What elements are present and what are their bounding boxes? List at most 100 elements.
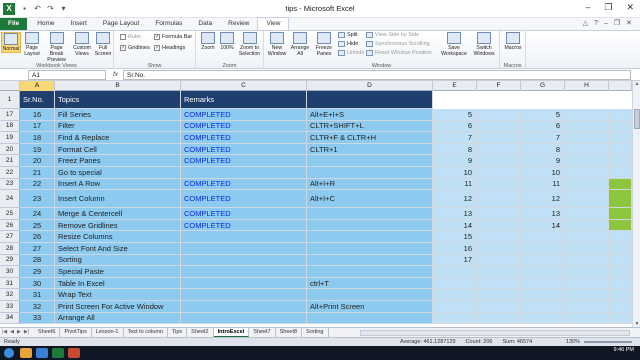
tab-formulas[interactable]: Formulas [147, 18, 190, 30]
media-icon[interactable] [68, 348, 80, 358]
cell-e[interactable] [433, 277, 477, 290]
cell-e[interactable] [433, 289, 477, 301]
unhide-button[interactable]: Unhide [338, 50, 364, 56]
cell-e[interactable]: 11 [433, 178, 477, 191]
cell-h[interactable] [565, 132, 609, 144]
cell-shortcut[interactable]: CLTR+SHIFT+L [307, 120, 433, 133]
header-cell-sr[interactable]: Sr.No. [20, 91, 55, 109]
prev-sheet-icon[interactable]: ◀ [10, 329, 14, 335]
cell-topic[interactable]: Special Paste [55, 266, 181, 278]
cell-g[interactable]: 9 [521, 155, 565, 167]
cell-shortcut[interactable] [307, 231, 433, 243]
switch-windows-button[interactable]: Switch Windows [469, 32, 499, 57]
horizontal-scrollbar[interactable] [360, 330, 630, 336]
column-header-e[interactable]: E [433, 81, 477, 91]
cell-remark[interactable]: COMPLETED [181, 132, 307, 144]
cell-e[interactable]: 12 [433, 190, 477, 209]
gridlines-checkbox[interactable]: ✓ Gridlines [120, 45, 150, 51]
cell-sr-no[interactable]: 32 [20, 301, 55, 313]
hide-button[interactable]: Hide [338, 41, 358, 47]
cell-h[interactable] [565, 312, 609, 325]
cell-f[interactable] [477, 289, 521, 301]
column-header-g[interactable]: G [521, 81, 565, 91]
cell-i[interactable] [609, 109, 632, 121]
cell-shortcut[interactable] [307, 266, 433, 278]
cell-h[interactable] [565, 208, 609, 220]
cell-topic[interactable]: Select Font And Size [55, 243, 181, 255]
cell-topic[interactable]: Sorting [55, 254, 181, 267]
cell-shortcut[interactable]: CLTR+F & CLTR+H [307, 132, 433, 144]
column-header-a[interactable]: A [20, 81, 55, 91]
cell-topic[interactable]: Table In Excel [55, 277, 181, 290]
ribbon-collapse-icon[interactable]: △ [583, 18, 588, 30]
workbook-close-icon[interactable]: ✕ [626, 18, 632, 30]
cell-g[interactable] [521, 231, 565, 243]
cell-e[interactable]: 16 [433, 243, 477, 255]
cell-sr-no[interactable]: 16 [20, 109, 55, 121]
sheet-tab[interactable]: Sorting [302, 328, 329, 337]
clock-time[interactable]: 9:46 PM [614, 347, 634, 353]
zoom-slider[interactable] [584, 341, 632, 343]
cell-h[interactable] [565, 266, 609, 278]
browser-icon[interactable] [36, 348, 48, 358]
scroll-up-icon[interactable]: ▲ [633, 81, 640, 87]
cell-remark[interactable] [181, 277, 307, 290]
cell-f[interactable] [477, 120, 521, 133]
row-header[interactable]: 21 [0, 155, 20, 167]
cell-g[interactable]: 14 [521, 219, 565, 232]
cell-e[interactable]: 15 [433, 231, 477, 243]
cell-g[interactable]: 13 [521, 208, 565, 220]
cell-e[interactable] [433, 266, 477, 278]
tab-file[interactable]: File [0, 18, 28, 30]
view-side-by-side-button[interactable]: View Side by Side [366, 32, 419, 38]
cell-remark[interactable] [181, 254, 307, 267]
row-header[interactable]: 1 [0, 91, 20, 109]
cell-i[interactable] [609, 266, 632, 278]
cell-sr-no[interactable]: 22 [20, 178, 55, 191]
cell-shortcut[interactable] [307, 243, 433, 255]
header-cell-remarks[interactable]: Remarks [181, 91, 307, 109]
row-header[interactable]: 29 [0, 254, 20, 267]
cell-f[interactable] [477, 219, 521, 232]
cell-topic[interactable]: Print Screen For Active Window [55, 301, 181, 313]
cell-shortcut[interactable]: Alt+E+I+S [307, 109, 433, 121]
tab-data[interactable]: Data [190, 18, 220, 30]
sheet-tab[interactable]: Tips [168, 328, 188, 337]
custom-views-button[interactable]: Custom Views [71, 32, 93, 57]
start-button-icon[interactable] [4, 348, 14, 358]
cell-f[interactable] [477, 109, 521, 121]
tab-review[interactable]: Review [220, 18, 257, 30]
vertical-scrollbar[interactable]: ▲ ▼ [632, 81, 640, 327]
cell-shortcut[interactable] [307, 312, 433, 325]
cell-e[interactable]: 9 [433, 155, 477, 167]
cell-h[interactable] [565, 243, 609, 255]
sheet-tab[interactable]: Text to column [124, 328, 168, 337]
sheet-tab[interactable]: Sheet7 [249, 328, 276, 337]
cell-shortcut[interactable]: CLTR+1 [307, 143, 433, 156]
arrange-all-button[interactable]: Arrange All [289, 32, 311, 57]
cell-shortcut[interactable] [307, 289, 433, 301]
cell-remark[interactable]: COMPLETED [181, 143, 307, 156]
cell-h[interactable] [565, 301, 609, 313]
freeze-panes-button[interactable]: Freeze Panes [312, 32, 336, 57]
name-box[interactable]: A1 [28, 70, 106, 80]
macros-button[interactable]: Macros [502, 32, 524, 51]
save-workspace-button[interactable]: Save Workspace [440, 32, 468, 57]
cell-sr-no[interactable]: 18 [20, 132, 55, 144]
cell-topic[interactable]: Freez Panes [55, 155, 181, 167]
cell-i[interactable] [609, 120, 632, 133]
cell-topic[interactable]: Filter [55, 120, 181, 133]
cell-g[interactable]: 8 [521, 143, 565, 156]
cell-h[interactable] [565, 231, 609, 243]
sheet-tab[interactable]: IntroExcel [213, 328, 250, 337]
cell-h[interactable] [565, 289, 609, 301]
cell-h[interactable] [565, 190, 609, 209]
cell-h[interactable] [565, 277, 609, 290]
cell-topic[interactable]: Insert A Row [55, 178, 181, 191]
tab-page-layout[interactable]: Page Layout [95, 18, 148, 30]
cell-h[interactable] [565, 143, 609, 156]
cell-i[interactable] [609, 143, 632, 156]
row-header[interactable]: 20 [0, 143, 20, 156]
cell-sr-no[interactable]: 20 [20, 155, 55, 167]
cell-topic[interactable]: Fill Series [55, 109, 181, 121]
